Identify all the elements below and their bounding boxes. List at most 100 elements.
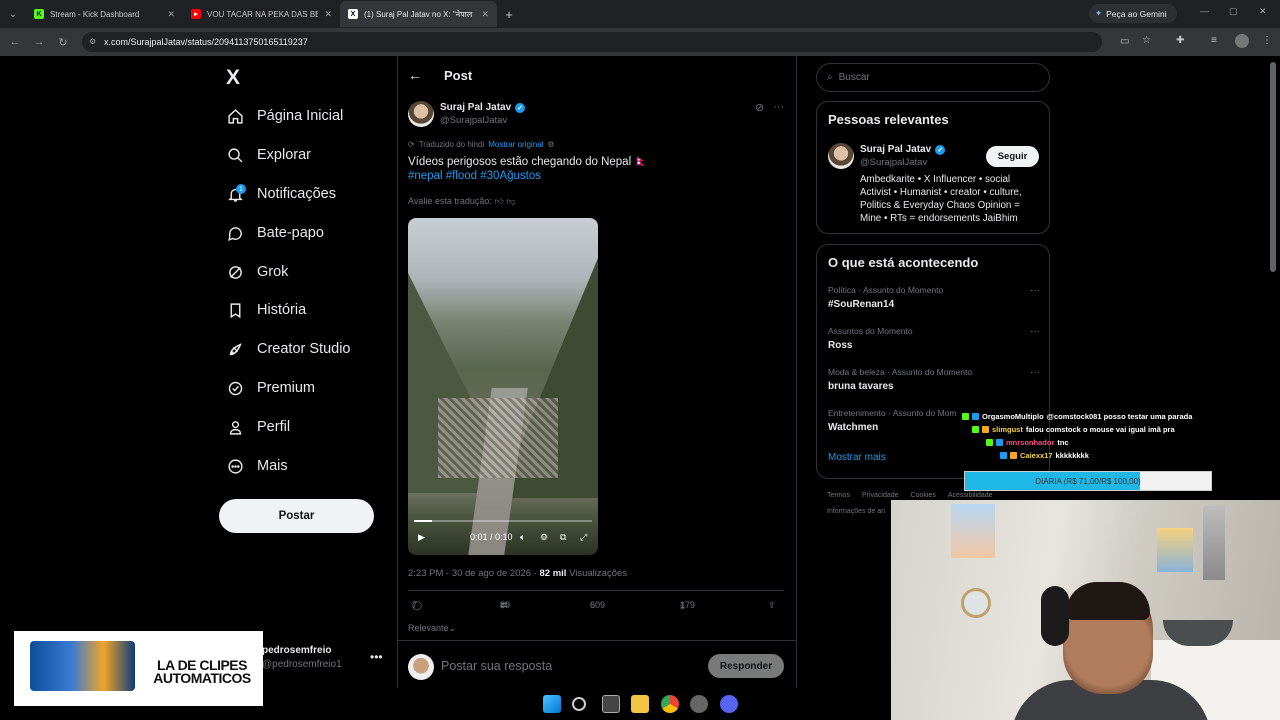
post-button[interactable]: Postar bbox=[219, 499, 374, 533]
account-switcher[interactable]: pedrosemfreio @pedrosemfreio1 bbox=[262, 645, 342, 670]
nav-history[interactable]: História bbox=[226, 297, 306, 323]
author-avatar[interactable] bbox=[408, 101, 434, 127]
webcam-poster bbox=[1157, 528, 1193, 572]
page-scrollbar[interactable] bbox=[1270, 62, 1276, 272]
tab-search-button[interactable]: ⌄ bbox=[0, 1, 26, 27]
trend-more-icon[interactable]: ··· bbox=[1030, 285, 1040, 296]
play-icon[interactable]: ▶ bbox=[418, 532, 425, 543]
close-tab-icon[interactable]: ✕ bbox=[167, 9, 175, 20]
profile-avatar[interactable] bbox=[1235, 34, 1249, 48]
author-handle[interactable]: @SurajpalJatav bbox=[440, 115, 507, 126]
youtube-icon: ▸ bbox=[191, 9, 201, 19]
trend-more-icon[interactable]: ··· bbox=[1030, 326, 1040, 337]
grok-explain-icon[interactable]: ⊘ bbox=[755, 101, 764, 114]
author-name[interactable]: Suraj Pal Jatav ✓ bbox=[440, 102, 526, 113]
bookmark-star-icon[interactable]: ☆ bbox=[1142, 35, 1151, 46]
nav-explore[interactable]: Explorar bbox=[226, 142, 311, 168]
new-tab-button[interactable]: + bbox=[497, 7, 521, 22]
back-icon[interactable]: ← bbox=[3, 36, 27, 48]
chat-message: Caiexx17 kkkkkkkk bbox=[962, 449, 1212, 462]
post-video[interactable]: ▶ 0:01 / 0:10 🔈︎ ⚙ ⧉ ⤢ bbox=[408, 218, 598, 555]
nav-profile[interactable]: Perfil bbox=[226, 414, 290, 440]
tab-youtube[interactable]: ▸ VOU TACAR NA PEKA DAS BEB! ✕ bbox=[183, 1, 340, 27]
thumbs-down-icon[interactable]: 👎︎ bbox=[506, 196, 515, 206]
nav-notifications[interactable]: 1 Notificações bbox=[226, 181, 336, 207]
nav-chat[interactable]: Bate-papo bbox=[226, 220, 324, 246]
gift-badge-icon bbox=[982, 426, 989, 433]
show-more-link[interactable]: Mostrar mais bbox=[828, 452, 886, 463]
sub-badge-icon bbox=[996, 439, 1003, 446]
pip-icon[interactable]: ⧉ bbox=[560, 532, 566, 543]
post-more-icon[interactable]: ··· bbox=[773, 101, 784, 114]
tab-x-post[interactable]: X (1) Suraj Pal Jatav no X: "नेपाल ✕ bbox=[340, 1, 497, 27]
translate-icon: ⟳ bbox=[408, 140, 415, 149]
fullscreen-icon[interactable]: ⤢ bbox=[580, 532, 587, 543]
obs-icon[interactable] bbox=[690, 695, 708, 713]
footer-link-ads[interactable]: Informações de an bbox=[827, 508, 885, 515]
trend-item[interactable]: Política · Assunto do Momento #SouRenan1… bbox=[828, 285, 1040, 310]
reply-input[interactable]: Postar sua resposta bbox=[441, 659, 552, 673]
menu-icon[interactable]: ⋮ bbox=[1262, 35, 1272, 46]
extensions-icon[interactable]: ✚ bbox=[1176, 35, 1184, 46]
post-hashtags[interactable]: #nepal #flood #30Ağustos bbox=[408, 170, 541, 182]
settings-icon[interactable]: ⚙ bbox=[547, 140, 554, 149]
footer-link-terms[interactable]: Termos bbox=[827, 492, 850, 499]
gift-badge-icon bbox=[1010, 452, 1017, 459]
footer-link-cookies[interactable]: Cookies bbox=[911, 492, 936, 499]
video-progress-bar[interactable] bbox=[414, 520, 592, 522]
restore-icon[interactable]: ▢ bbox=[1229, 6, 1238, 17]
nav-creator-studio[interactable]: Creator Studio bbox=[226, 336, 351, 362]
url-input[interactable]: ⚙ x.com/SurajpalJatav/status/20941137501… bbox=[82, 32, 1102, 52]
minimize-icon[interactable]: — bbox=[1200, 6, 1209, 16]
donation-goal-bar: DIÁRIA (R$ 71,00/R$ 100,00) bbox=[964, 471, 1212, 491]
nav-more[interactable]: Mais bbox=[226, 453, 288, 479]
show-original-link[interactable]: Mostrar original bbox=[488, 140, 543, 149]
share-icon[interactable]: ⇪ bbox=[768, 600, 776, 611]
nav-home[interactable]: Página Inicial bbox=[226, 103, 343, 129]
reload-icon[interactable]: ↻ bbox=[51, 36, 75, 49]
follow-button[interactable]: Seguir bbox=[986, 146, 1039, 167]
close-window-icon[interactable]: ✕ bbox=[1259, 6, 1267, 17]
grok-icon bbox=[226, 263, 244, 281]
reply-sort-dropdown[interactable]: Relevante⌄ bbox=[408, 623, 456, 634]
relevant-handle[interactable]: @SurajpalJatav bbox=[860, 157, 927, 168]
reading-list-icon[interactable]: ≡ bbox=[1211, 35, 1217, 46]
trend-item[interactable]: Moda & beleza · Assunto do Momento bruna… bbox=[828, 367, 1040, 392]
back-arrow-icon[interactable]: ← bbox=[408, 67, 422, 83]
site-info-icon[interactable]: ⚙ bbox=[89, 37, 99, 47]
gemini-button[interactable]: ✦ Peça ao Gemini bbox=[1089, 4, 1177, 23]
nav-grok[interactable]: Grok bbox=[226, 259, 288, 285]
close-tab-icon[interactable]: ✕ bbox=[481, 9, 489, 20]
post-actions: ◯ 7 ⇄ 89 ♡ 609 ▯ 179 ⇪ bbox=[412, 600, 776, 611]
settings-gear-icon[interactable]: ⚙ bbox=[540, 532, 548, 543]
trend-item[interactable]: Assuntos do Momento Ross ··· bbox=[828, 326, 1040, 351]
trend-more-icon[interactable]: ··· bbox=[1030, 367, 1040, 378]
tab-kick[interactable]: K Stream - Kick Dashboard ✕ bbox=[26, 1, 183, 27]
footer-link-accessibility[interactable]: Acessibilidade bbox=[948, 492, 993, 499]
clip-banner-text: LA DE CLIPES AUTOMATICOS bbox=[153, 657, 251, 686]
relevant-avatar[interactable] bbox=[828, 143, 854, 169]
verified-icon bbox=[226, 379, 244, 397]
cast-icon[interactable]: ▭ bbox=[1120, 36, 1129, 47]
kick-badge-icon bbox=[986, 439, 993, 446]
volume-icon[interactable]: 🔈︎ bbox=[520, 532, 525, 543]
thumbs-up-icon[interactable]: 👍︎ bbox=[494, 196, 503, 206]
account-more-icon[interactable]: ••• bbox=[370, 650, 383, 664]
reply-button[interactable]: Responder bbox=[708, 654, 784, 678]
chrome-icon[interactable] bbox=[661, 695, 679, 713]
discord-icon[interactable] bbox=[720, 695, 738, 713]
file-explorer-icon[interactable] bbox=[631, 695, 649, 713]
chat-message: slimgust falou comstock o mouse vai igua… bbox=[962, 423, 1212, 436]
x-logo[interactable]: X bbox=[226, 66, 240, 90]
task-view-icon[interactable] bbox=[602, 695, 620, 713]
divider bbox=[408, 590, 784, 591]
footer-link-privacy[interactable]: Privacidade bbox=[862, 492, 899, 499]
nav-premium[interactable]: Premium bbox=[226, 375, 315, 401]
forward-icon[interactable]: → bbox=[27, 36, 51, 48]
windows-start-icon[interactable] bbox=[543, 695, 561, 713]
relevant-name[interactable]: Suraj Pal Jatav ✓ bbox=[860, 144, 946, 155]
search-input[interactable]: ⌕ Buscar bbox=[816, 63, 1050, 92]
webcam-person-hair bbox=[1066, 582, 1150, 620]
close-tab-icon[interactable]: ✕ bbox=[324, 9, 332, 20]
taskbar-search-icon[interactable] bbox=[572, 697, 586, 711]
